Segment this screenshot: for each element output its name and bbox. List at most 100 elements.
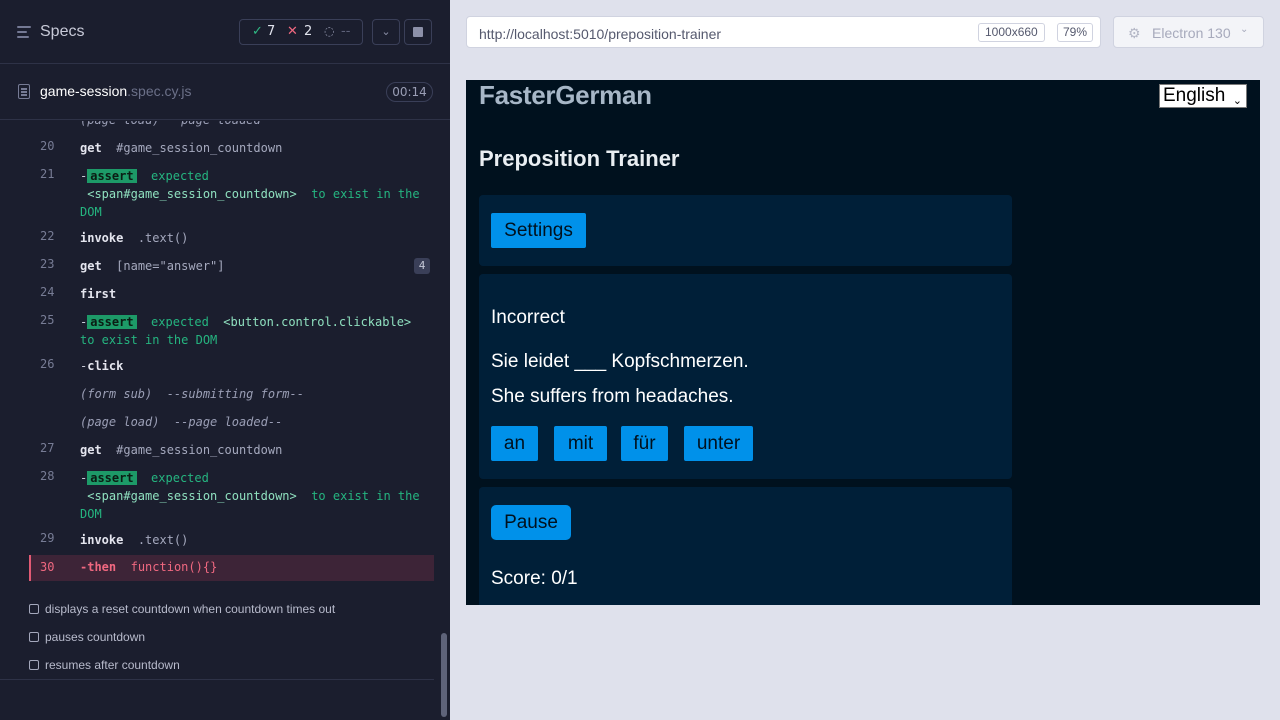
- failed-count: 2: [304, 24, 313, 39]
- test-status-icon: [29, 604, 39, 614]
- command-row-29[interactable]: 29 invoke .text(): [0, 531, 434, 549]
- command-arg: .text(): [137, 533, 189, 547]
- app-logo[interactable]: FasterGerman: [479, 80, 652, 111]
- command-number: 27: [40, 441, 55, 455]
- url-text: http://localhost:5010/preposition-traine…: [479, 26, 722, 42]
- stop-button[interactable]: [404, 19, 432, 45]
- question-card: Incorrect Sie leidet ___ Kopfschmerzen. …: [479, 274, 1012, 479]
- reporter-panel: Specs ✓ 7 ✕ 2 ◌ -- ⌄ game-session.spec.c…: [0, 0, 450, 720]
- app-preview: FasterGerman English ⌄ Preposition Train…: [466, 80, 1260, 605]
- command-row-25[interactable]: 25 - assert expected <button.control.clic…: [0, 313, 434, 349]
- command-number: 23: [40, 257, 55, 271]
- failed-x-icon: ✕: [287, 24, 298, 39]
- language-select[interactable]: English ⌄: [1159, 84, 1247, 108]
- answer-button-an[interactable]: an: [491, 426, 538, 461]
- answer-button-mit[interactable]: mit: [554, 426, 607, 461]
- command-arg: function(){}: [130, 560, 218, 574]
- assert-badge: assert: [87, 169, 137, 183]
- command-name: click: [87, 359, 124, 373]
- event-label: (form sub): [80, 387, 153, 401]
- assert-element: <span#game_session_countdown>: [87, 187, 297, 201]
- event-msg: --submitting form--: [166, 387, 304, 401]
- event-msg: --page loaded--: [173, 415, 283, 429]
- assert-msg: to exist in the DOM: [80, 333, 218, 347]
- language-value: English: [1163, 85, 1226, 106]
- browser-selector[interactable]: ⚙ Electron 130 ⌄: [1113, 16, 1264, 48]
- collapse-all-button[interactable]: ⌄: [372, 19, 400, 45]
- english-sentence: She suffers from headaches.: [491, 386, 734, 407]
- command-name: get: [80, 443, 102, 457]
- test-stats: ✓ 7 ✕ 2 ◌ --: [239, 19, 363, 45]
- elements-count-badge: 4: [414, 258, 430, 274]
- pending-count: --: [341, 24, 351, 39]
- command-name: first: [80, 287, 117, 301]
- command-number: 22: [40, 229, 55, 243]
- passed-check-icon: ✓: [252, 24, 263, 39]
- command-partial-text: (page load) --page loaded--: [80, 121, 425, 129]
- test-status-icon: [29, 632, 39, 642]
- event-page-load[interactable]: (page load) --page loaded--: [0, 413, 434, 431]
- score-text: Score: 0/1: [491, 568, 578, 589]
- command-number: 29: [40, 531, 55, 545]
- test-status-icon: [29, 660, 39, 670]
- command-name: get: [80, 259, 102, 273]
- pending-spinner-icon: ◌: [324, 24, 335, 38]
- reporter-scrollbar[interactable]: [441, 633, 447, 717]
- pause-button[interactable]: Pause: [491, 505, 571, 540]
- spec-file-basename: game-session: [40, 83, 128, 99]
- command-row-30-failed[interactable]: 30 -then function(){}: [29, 555, 434, 581]
- result-text: Incorrect: [491, 307, 565, 328]
- test-item[interactable]: resumes after countdown: [29, 658, 180, 672]
- command-name: get: [80, 141, 102, 155]
- event-form-sub[interactable]: (form sub) --submitting form--: [0, 385, 434, 403]
- spec-file-header[interactable]: game-session.spec.cy.js 00:14: [0, 64, 450, 120]
- assert-badge: assert: [87, 471, 137, 485]
- test-item[interactable]: displays a reset countdown when countdow…: [29, 602, 335, 616]
- command-row-28[interactable]: 28 - assert expected <span#game_session_c…: [0, 469, 434, 523]
- assert-element: <span#game_session_countdown>: [87, 489, 297, 503]
- command-name: invoke: [80, 231, 124, 245]
- command-row-21[interactable]: 21 - assert expected <span#game_session_c…: [0, 167, 434, 221]
- document-icon: [18, 84, 30, 99]
- test-title: pauses countdown: [45, 630, 146, 644]
- test-title: resumes after countdown: [45, 658, 180, 672]
- command-row-24[interactable]: 24 first: [0, 285, 434, 303]
- command-arg: #game_session_countdown: [116, 141, 283, 155]
- command-arg: [name="answer"]: [116, 259, 225, 273]
- divider: [0, 679, 434, 680]
- command-row-27[interactable]: 27 get #game_session_countdown: [0, 441, 434, 459]
- german-sentence: Sie leidet ___ Kopfschmerzen.: [491, 351, 749, 372]
- answer-button-unter[interactable]: unter: [684, 426, 753, 461]
- assert-msg: expected: [151, 471, 209, 485]
- command-name: invoke: [80, 533, 124, 547]
- command-number: 30: [40, 560, 55, 574]
- command-row-26[interactable]: 26 -click: [0, 357, 434, 375]
- command-row-22[interactable]: 22 invoke .text(): [0, 229, 434, 247]
- browser-name: Electron 130: [1152, 25, 1231, 41]
- reporter-header: Specs ✓ 7 ✕ 2 ◌ -- ⌄: [0, 0, 450, 64]
- specs-title[interactable]: Specs: [40, 23, 84, 41]
- chevron-down-icon: ⌄: [1232, 94, 1242, 107]
- assert-msg: expected: [151, 169, 209, 183]
- viewport-badge[interactable]: 1000x660: [978, 23, 1045, 42]
- command-partial: (page load) --page loaded--: [0, 121, 434, 129]
- test-item[interactable]: pauses countdown: [29, 630, 145, 644]
- specs-list-icon[interactable]: [17, 26, 31, 40]
- command-number: 21: [40, 167, 55, 181]
- page-title: Preposition Trainer: [479, 146, 680, 171]
- command-number: 24: [40, 285, 55, 299]
- command-row-20[interactable]: 20 get #game_session_countdown: [0, 139, 434, 157]
- command-number: 20: [40, 139, 55, 153]
- settings-button[interactable]: Settings: [491, 213, 586, 248]
- spec-file-name[interactable]: game-session.spec.cy.js: [40, 83, 191, 99]
- url-bar[interactable]: http://localhost:5010/preposition-traine…: [466, 16, 1101, 48]
- command-row-23[interactable]: 23 get [name="answer"] 4: [0, 257, 434, 275]
- passed-count: 7: [267, 24, 276, 39]
- zoom-badge: 79%: [1057, 23, 1094, 42]
- chevron-down-icon: ⌄: [1240, 24, 1249, 35]
- chevron-down-icon: ⌄: [381, 25, 391, 38]
- answer-button-fur[interactable]: für: [621, 426, 668, 461]
- assert-element: <button.control.clickable>: [223, 315, 412, 329]
- command-number: 25: [40, 313, 55, 327]
- command-log: (page load) --page loaded-- 20 get #game…: [0, 121, 450, 581]
